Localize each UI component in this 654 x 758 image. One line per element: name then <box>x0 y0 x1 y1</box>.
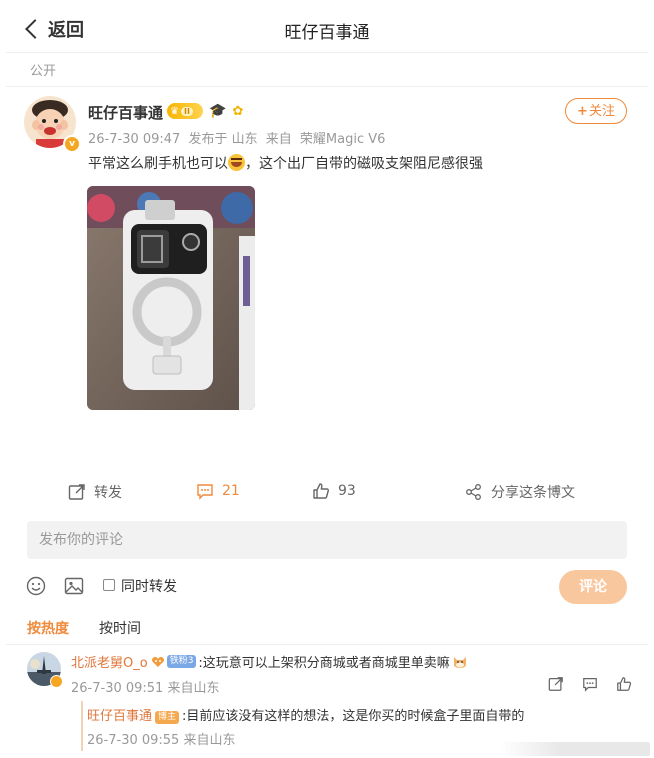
author-name[interactable]: 旺仔百事通 <box>88 102 163 123</box>
divider <box>6 86 648 87</box>
follow-button[interactable]: +关注 <box>565 98 627 124</box>
repost-checkbox-label[interactable]: 同时转发 <box>121 576 177 596</box>
comment-toolbar: 同时转发 评论 <box>6 570 648 606</box>
post-text: 平常这么刷手机也可以 ，这个出厂自带的磁吸支架阻尼感很强 <box>88 154 483 172</box>
reply-date: 26-7-30 09:55 <box>87 733 180 748</box>
sort-by-hot-tab[interactable]: 按热度 <box>27 618 69 638</box>
comment-meta: 26-7-30 09:51 来自山东 <box>71 677 220 696</box>
fan-badge-icon <box>151 656 164 667</box>
watermark <box>500 742 650 756</box>
post-date: 26-7-30 09:47 <box>88 132 181 147</box>
share-icon <box>466 484 481 500</box>
author-tag: 博主 <box>155 711 180 724</box>
fan-level-badge: 铁粉3 <box>166 655 197 668</box>
image-icon[interactable] <box>64 576 84 596</box>
comment-text-line: 北派老舅O_o 铁粉3 :这玩意可以上架积分商城或者商城里单卖嘛 <box>71 652 468 671</box>
repost-button[interactable]: 转发 <box>68 482 122 502</box>
reply-body: :目前应该没有这样的想法，这是你买的时候盒子里面自带的 <box>182 709 525 724</box>
sunflower-icon[interactable]: ✿ <box>232 104 243 119</box>
comment-icon <box>197 484 213 500</box>
comment-input[interactable]: 发布你的评论 <box>27 521 627 559</box>
visibility-label: 公开 <box>30 64 57 79</box>
weibo-detail-page: 返回 旺仔百事通 公开 v 旺仔百事通 ♛ II 🎓 ✿ 26-7-30 09:… <box>6 4 650 756</box>
comment-body: :这玩意可以上架积分商城或者商城里单卖嘛 <box>198 656 450 671</box>
post-meta: 26-7-30 09:47 发布于 山东 来自 荣耀Magic V6 <box>88 128 389 147</box>
graduation-cap-icon[interactable]: 🎓 <box>209 103 226 119</box>
repost-icon <box>68 484 85 500</box>
verified-badge-icon <box>50 675 63 688</box>
comment-button[interactable]: 21 <box>196 482 240 500</box>
comment-actions <box>548 676 632 692</box>
like-button[interactable]: 93 <box>312 482 356 500</box>
post-action-bar: 转发 21 93 分享这条博文 <box>6 476 648 508</box>
post-device[interactable]: 荣耀Magic V6 <box>300 132 386 147</box>
sort-by-time-tab[interactable]: 按时间 <box>99 618 141 638</box>
shiba-emoji-icon <box>453 656 466 668</box>
reply-icon[interactable] <box>582 676 598 692</box>
post-image[interactable] <box>87 186 255 410</box>
top-bar: 返回 旺仔百事通 <box>6 4 648 53</box>
reply-author-name[interactable]: 旺仔百事通 <box>87 709 152 724</box>
comment-date: 26-7-30 09:51 <box>71 681 164 696</box>
repost-checkbox[interactable] <box>103 579 115 591</box>
member-level-badge[interactable]: ♛ II <box>167 103 203 119</box>
divider <box>6 644 648 645</box>
post-location: 发布于 山东 <box>188 132 258 147</box>
thumbs-up-icon[interactable] <box>616 676 632 692</box>
reply-location: 来自山东 <box>183 733 236 748</box>
verified-badge-icon: v <box>63 135 81 153</box>
plus-icon: + <box>577 104 588 119</box>
repost-icon[interactable] <box>548 676 564 692</box>
emoji-icon[interactable] <box>26 576 46 596</box>
device-prefix: 来自 <box>265 132 292 147</box>
thumbs-up-icon <box>313 483 329 499</box>
commenter-name[interactable]: 北派老舅O_o <box>71 652 148 671</box>
reply-text-line: 旺仔百事通 博主:目前应该没有这样的想法，这是你买的时候盒子里面自带的 <box>87 705 524 724</box>
page-title: 旺仔百事通 <box>284 23 370 43</box>
laughing-emoji-icon <box>228 154 245 171</box>
author-badges: ♛ II 🎓 ✿ <box>167 103 243 119</box>
submit-comment-button[interactable]: 评论 <box>559 570 627 604</box>
share-button[interactable]: 分享这条博文 <box>465 482 575 502</box>
comment-location: 来自山东 <box>167 681 220 696</box>
crown-icon: ♛ <box>170 105 179 117</box>
reply-meta: 26-7-30 09:55 来自山东 <box>87 729 236 748</box>
